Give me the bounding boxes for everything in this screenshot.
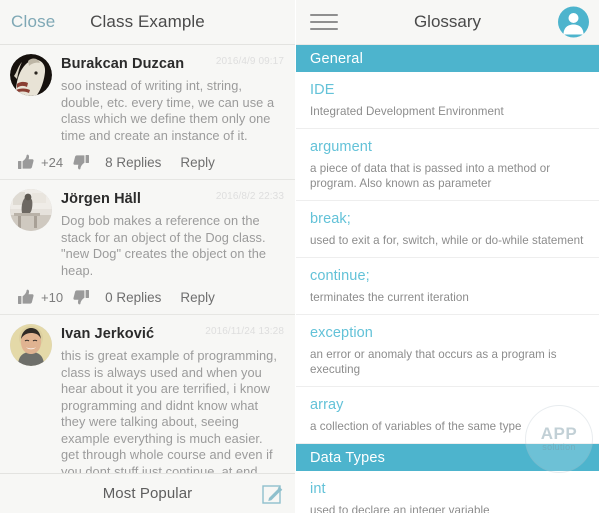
vote-count: +24: [41, 154, 64, 170]
left-navbar: Close Class Example: [0, 0, 295, 45]
hamburger-line: [310, 14, 338, 16]
avatar: [10, 189, 52, 231]
glossary-entry[interactable]: IDE Integrated Development Environment: [296, 72, 599, 129]
glossary-term: exception: [310, 325, 373, 341]
comment-item[interactable]: 2016/4/9 09:17 Burakcan Duzcan soo inste…: [0, 45, 295, 180]
section-header-general: General: [296, 45, 599, 72]
reply-button[interactable]: Reply: [180, 155, 215, 170]
thumbs-up-icon[interactable]: [18, 289, 34, 305]
glossary-term: int: [310, 481, 326, 497]
thumbs-down-icon[interactable]: [73, 289, 90, 305]
comment-timestamp: 2016/4/9 09:17: [215, 56, 284, 67]
close-button[interactable]: Close: [0, 12, 55, 32]
glossary-definition: a collection of variables of the same ty…: [310, 420, 522, 433]
profile-button[interactable]: [558, 6, 589, 38]
hamburger-line: [310, 21, 338, 23]
glossary-definition: used to declare an integer variable: [310, 504, 490, 513]
hamburger-menu-icon[interactable]: [310, 9, 338, 35]
glossary-title: Glossary: [413, 12, 482, 31]
glossary-definition: used to exit a for, switch, while or do-…: [310, 234, 584, 247]
vote-count: +10: [41, 289, 64, 305]
comment-actions: +10 0 Replies Reply: [10, 289, 285, 305]
left-bottom-bar: Most Popular: [0, 473, 295, 513]
glossary-entry[interactable]: continue; terminates the current iterati…: [296, 258, 599, 315]
comment-timestamp: 2016/8/2 22:33: [215, 191, 284, 202]
comment-text: this is great example of programming, cl…: [61, 348, 277, 473]
avatar: [10, 324, 52, 366]
desk-photo-icon: [10, 189, 52, 231]
glossary-definition: terminates the current iteration: [310, 291, 469, 304]
thumbs-down-wrapper[interactable]: [73, 154, 90, 170]
comment-item[interactable]: 2016/11/24 13:28 Ivan Jerković this is g…: [0, 315, 295, 473]
glossary-entry[interactable]: break; used to exit a for, switch, while…: [296, 201, 599, 258]
sort-button[interactable]: Most Popular: [103, 485, 193, 502]
thumbs-up-icon[interactable]: [18, 154, 34, 170]
reply-count: 0 Replies: [105, 289, 162, 305]
hamburger-line: [310, 28, 338, 30]
glossary-term: IDE: [310, 82, 335, 98]
comment-text: soo instead of writing int, string, doub…: [61, 78, 275, 143]
glossary-panel: Glossary General IDE Integrated Developm…: [296, 0, 599, 513]
glossary-term: argument: [310, 139, 373, 155]
reply-button[interactable]: Reply: [180, 290, 215, 305]
section-header-data-types: Data Types: [296, 444, 599, 471]
comment-timestamp: 2016/11/24 13:28: [205, 326, 284, 337]
dog-photo-icon: [10, 54, 52, 96]
comment-text: Dog bob makes a reference on the stack f…: [61, 213, 267, 278]
right-navbar: Glossary: [296, 0, 599, 45]
glossary-entry[interactable]: array a collection of variables of the s…: [296, 387, 599, 444]
glossary-definition: a piece of data that is passed into a me…: [310, 162, 551, 190]
glossary-definition: an error or anomaly that occurs as a pro…: [310, 348, 557, 376]
reply-count: 8 Replies: [105, 154, 162, 170]
glossary-list[interactable]: General IDE Integrated Development Envir…: [296, 45, 599, 513]
glossary-term: break;: [310, 211, 351, 227]
glossary-term: array: [310, 397, 344, 413]
comment-item[interactable]: 2016/8/2 22:33 Jörgen Häll Dog bob makes…: [0, 180, 295, 315]
app-screen: Close Class Example 2016/4/9 09:17 Burak…: [0, 0, 600, 513]
thumbs-down-icon[interactable]: [73, 154, 90, 170]
glossary-entry[interactable]: exception an error or anomaly that occur…: [296, 315, 599, 387]
compose-button[interactable]: [262, 483, 284, 505]
avatar: [10, 54, 52, 96]
glossary-definition: Integrated Development Environment: [310, 105, 504, 118]
comments-panel: Close Class Example 2016/4/9 09:17 Burak…: [0, 0, 296, 513]
glossary-term: continue;: [310, 268, 370, 284]
comment-actions: +24 8 Replies Reply: [10, 154, 285, 170]
comments-list[interactable]: 2016/4/9 09:17 Burakcan Duzcan soo inste…: [0, 45, 295, 473]
glossary-entry[interactable]: int used to declare an integer variable: [296, 471, 599, 513]
compose-pencil-icon[interactable]: [262, 483, 284, 505]
user-avatar-icon[interactable]: [558, 7, 589, 38]
thumbs-down-wrapper[interactable]: [73, 289, 90, 305]
man-portrait-icon: [10, 324, 52, 366]
glossary-entry[interactable]: argument a piece of data that is passed …: [296, 129, 599, 201]
